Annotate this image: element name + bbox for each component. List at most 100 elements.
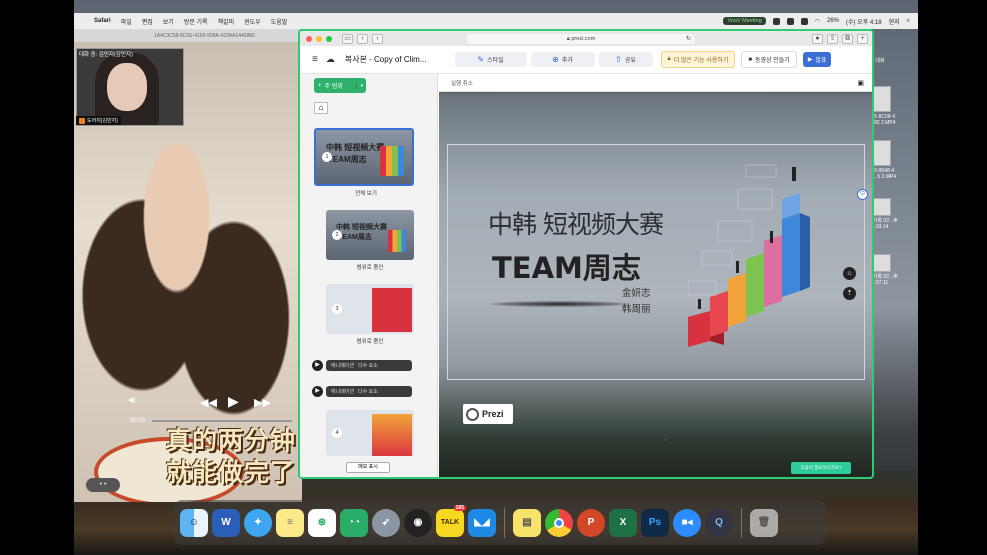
extension-icon[interactable]: ● [812,33,823,44]
menu-history[interactable]: 방문 기록 [184,17,208,26]
menu-app-name[interactable]: Safari [94,18,111,24]
home-icon[interactable]: ⌂ [314,102,328,114]
lark-icon[interactable]: ◣◢ [468,508,496,537]
upgrade-button[interactable]: 🔒︎ 더 많은 기능 사용하기 [660,51,736,68]
slide-thumbnail[interactable]: 中韩 短视频大赛 TEAM周志 2 [326,210,414,260]
word-icon[interactable]: W [212,508,240,537]
document-title[interactable]: 복사본 - Copy of Clim... [345,54,427,65]
battery-percent[interactable]: 26% [827,18,839,24]
present-button[interactable]: ▶ 발표 [802,52,832,67]
help-button[interactable]: 도움이 필요하신가요? [791,462,851,474]
notes-toggle[interactable]: 메모 표시 [346,462,390,473]
author-name-1[interactable]: 金妍志 [622,285,651,299]
rewind-icon[interactable]: ◀◀ [200,396,217,409]
notes-icon[interactable]: ≡ [276,508,304,537]
slide-frame[interactable]: 中韩 短视频大赛 TEAM周志 金妍志 韩周丽 [447,144,865,441]
cloud-status-icon[interactable] [800,17,808,25]
menu-window[interactable]: 윈도우 [244,17,261,26]
safari-toolbar: ▭ ‹ › 🔒︎ prezi.com ↻ ● ⇪ ⧉ + [300,31,872,46]
chrome-icon[interactable] [545,508,573,537]
wechat-icon[interactable]: ◔◔ [340,508,368,537]
minimize-window-icon[interactable] [316,35,322,42]
staircase-blocks [688,193,810,347]
tabs-overview-icon[interactable]: ⧉ [842,33,853,44]
author-name-2[interactable]: 韩周丽 [622,301,651,315]
animation-pill[interactable]: 애니메이션 다수 요소 [326,385,412,397]
wifi-icon[interactable]: ◠ [815,18,820,25]
animation-label: 애니메이션 [331,362,355,369]
animation-row[interactable]: ▶ 애니메이션 다수 요소 [312,359,412,371]
undo-label[interactable]: 실행 취소 [451,79,473,87]
thumb-subtitle: TEAM周志 [338,234,372,241]
video-camera-icon: ■ [748,56,753,63]
clock[interactable]: (수) 오후 4:18 [846,17,882,26]
address-bar[interactable]: 🔒︎ prezi.com ↻ [467,33,695,44]
animation-pill[interactable]: 애니메이션 다수 요소 [326,359,412,371]
slide-thumbnail[interactable]: 4 [326,410,414,456]
trash-icon[interactable]: 🗑︎ [750,508,778,537]
self-view-pip[interactable] [76,48,184,126]
slide-title[interactable]: 中韩 短视频大赛 [488,205,664,241]
back-icon[interactable]: ‹ [357,33,368,44]
prezi-logo-text: Prezi [482,409,504,419]
add-button[interactable]: ⊕ 추가 [530,52,595,67]
wechat-mini-icon[interactable]: ⊛ [308,508,336,537]
search-icon[interactable]: ⌕ [907,18,910,25]
make-video-button[interactable]: ■ 동영상 만들기 [741,51,797,68]
reload-icon[interactable]: ↻ [686,34,691,44]
share-button[interactable]: ⇧ 공유 [598,52,653,67]
wechat-status-icon[interactable] [786,17,794,25]
panel-icon[interactable]: ▣ [857,79,864,87]
background-safari-tab[interactable]: 1A4C3C58-6C0E-4165-909A-423AA1445866 [74,29,304,43]
launchpad-icon[interactable]: ➶ [372,508,400,537]
home-view-icon[interactable]: ⌂ [843,267,856,280]
style-button[interactable]: ✎ 스타일 [454,52,527,67]
photoshop-icon[interactable]: Ps [641,508,669,537]
slide-subtitle[interactable]: TEAM周志 [492,245,641,287]
play-icon[interactable]: ▶ [312,385,323,397]
quicktime-icon[interactable]: Q [705,508,733,537]
record-icon[interactable] [772,17,780,25]
kakaotalk-icon[interactable]: TALK 185 [436,504,466,537]
stickies-icon[interactable]: ▤ [513,508,541,537]
close-window-icon[interactable] [306,35,312,42]
animation-row[interactable]: ▶ 애니메이션 다수 요소 [312,385,412,397]
staircase-graphic[interactable] [688,159,828,349]
hamburger-menu-icon[interactable]: ≡ [312,54,318,65]
forward-icon[interactable]: › [372,33,383,44]
menubar-status: VooV Meeting ◠ 26% (수) 오후 4:18 현지 ⌕ [723,17,918,26]
share-icon[interactable]: ⇪ [827,33,838,44]
zoom-out-icon[interactable]: ⇡ [843,287,856,300]
mic-muted-icon [79,117,85,124]
excel-icon[interactable]: X [609,508,637,537]
volume-icon[interactable]: ◀) [128,396,136,404]
play-icon[interactable]: ▶ [312,359,323,371]
menu-bookmarks[interactable]: 책갈피 [218,17,235,26]
voov-status[interactable]: VooV Meeting [723,17,766,25]
slide-thumbnail[interactable]: 3 [326,284,414,334]
fast-forward-icon[interactable]: ▶▶ [254,396,271,409]
chevron-down-icon[interactable]: ▾ [356,82,366,89]
thumb-label: 범위로 줌인 [356,339,384,345]
new-tab-icon[interactable]: + [857,33,868,44]
play-icon[interactable]: ▶ [228,393,239,410]
safari-icon[interactable]: ✦ [244,508,272,537]
slide-thumbnail[interactable]: 中韩 短视频大赛 TEAM周志 1 [314,128,414,186]
add-topic-button[interactable]: + 주 범위 ▾ [314,78,366,93]
zoom-icon[interactable]: ■◂ [673,508,701,537]
sidebar-toggle-icon[interactable]: ▭ [342,33,353,44]
menu-file[interactable]: 파일 [121,17,132,26]
qq-icon[interactable]: ◉ [404,508,432,537]
location-pin-icon[interactable]: ⊙ [857,189,868,200]
prezi-canvas[interactable]: 실행 취소 ▣ 中韩 短视频大赛 TEAM周志 金妍志 韩周丽 ⊙ ⌂ ⇡ Pr… [439,74,872,477]
player-scrubber[interactable] [152,420,292,422]
menu-help[interactable]: 도움말 [271,17,288,26]
menu-view[interactable]: 보기 [163,17,174,26]
video-options-icon[interactable]: • • [86,478,120,492]
user-name[interactable]: 현지 [889,17,900,26]
finder-icon[interactable]: ☺ [180,508,208,537]
zoom-window-icon[interactable] [326,35,332,42]
powerpoint-icon[interactable]: P [577,508,605,537]
menu-edit[interactable]: 편집 [142,17,153,26]
topics-sidebar: + 주 범위 ▾ ⌂ 中韩 短视频大赛 TEAM周志 1 전체 보기 中韩 短视频大… [300,74,438,477]
